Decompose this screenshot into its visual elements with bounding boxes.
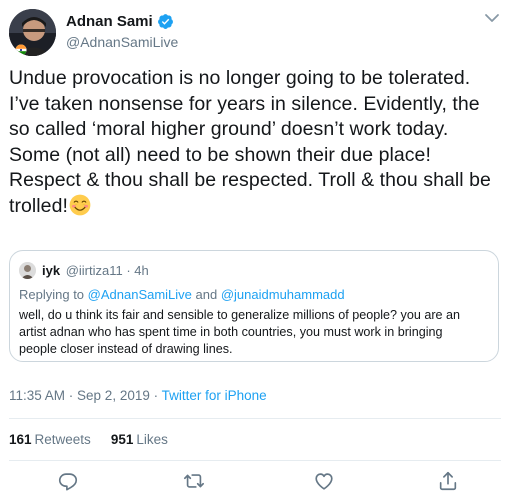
chevron-down-icon[interactable] xyxy=(484,12,500,24)
retweets-count: 161 xyxy=(9,432,32,447)
quoted-handle-time: @iirtiza11 · 4h xyxy=(65,263,149,278)
quoted-avatar[interactable] xyxy=(19,262,36,279)
likes-label: Likes xyxy=(136,432,168,447)
tweet-line: Some (not all) need to be shown their du… xyxy=(9,143,431,166)
quoted-line: artist adnan who has spent time in both … xyxy=(19,325,443,339)
timestamp[interactable]: 11:35 AM · Sep 2, 2019 · xyxy=(9,388,162,403)
retweets-label: Retweets xyxy=(34,432,91,447)
tweet-meta: 11:35 AM · Sep 2, 2019 · Twitter for iPh… xyxy=(9,388,267,403)
quoted-text: well, do u think its fair and sensible t… xyxy=(19,307,497,358)
retweets-stat[interactable]: 161 Retweets xyxy=(9,432,91,447)
author-handle[interactable]: @AdnanSamiLive xyxy=(66,34,178,50)
tweet-line: so called ‘moral higher ground’ doesn’t … xyxy=(9,118,449,140)
divider xyxy=(9,460,501,461)
replying-to: Replying to @AdnanSamiLive and @junaidmu… xyxy=(19,287,345,302)
likes-stat[interactable]: 951 Likes xyxy=(111,432,168,447)
mention-link[interactable]: @junaidmuhammadd xyxy=(221,287,345,302)
retweet-icon[interactable] xyxy=(183,470,205,492)
replying-prefix: Replying to xyxy=(19,287,88,302)
source-link[interactable]: Twitter for iPhone xyxy=(162,388,267,403)
mention-link[interactable]: @AdnanSamiLive xyxy=(88,287,192,302)
like-heart-icon[interactable] xyxy=(313,470,335,492)
tweet-line: Respect & thou shall be respected. Troll… xyxy=(9,169,491,191)
engagement-stats: 161 Retweets 951 Likes xyxy=(9,432,188,447)
quoted-tweet[interactable]: iyk @iirtiza11 · 4h Replying to @AdnanSa… xyxy=(9,250,499,362)
author-display-name[interactable]: Adnan Sami xyxy=(66,13,153,30)
divider xyxy=(9,418,501,419)
author-avatar[interactable] xyxy=(9,9,56,56)
tweet-line: Undue provocation is no longer going to … xyxy=(9,67,471,89)
tweet-card: Adnan Sami @AdnanSamiLive Undue provocat… xyxy=(0,0,511,494)
verified-badge-icon xyxy=(157,14,173,29)
share-icon[interactable] xyxy=(437,470,459,492)
tweet-text: Undue provocation is no longer going to … xyxy=(9,66,509,219)
smiling-face-emoji-icon xyxy=(69,194,91,215)
likes-count: 951 xyxy=(110,432,134,447)
tweet-line: I’ve taken nonsense for years in silence… xyxy=(9,92,480,115)
reply-icon[interactable] xyxy=(57,470,79,492)
quoted-line: well, do u think its fair and sensible t… xyxy=(19,308,461,322)
quoted-line: people closer instead of drawing lines. xyxy=(19,342,233,356)
tweet-line: trolled! xyxy=(9,194,68,217)
action-bar xyxy=(0,470,511,494)
quoted-author-name[interactable]: iyk xyxy=(42,263,60,278)
replying-and: and xyxy=(191,287,221,302)
tweet-line-last: trolled! xyxy=(9,194,509,220)
